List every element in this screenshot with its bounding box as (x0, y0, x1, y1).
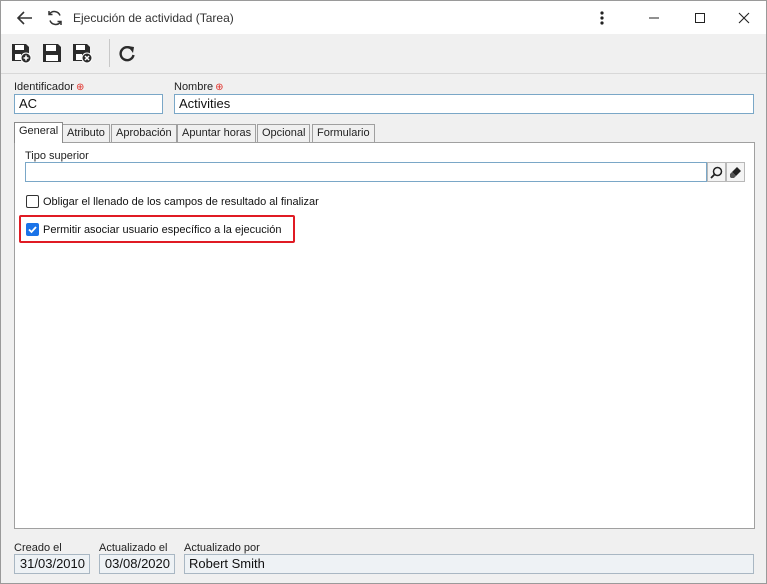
refresh-button[interactable] (41, 1, 69, 34)
nombre-label: Nombre ⊕ (174, 81, 224, 93)
actualizado-por-field: Robert Smith (184, 554, 754, 574)
title-bar: Ejecución de actividad (Tarea) (1, 1, 766, 34)
minimize-icon (649, 17, 659, 18)
identificador-label-text: Identificador (14, 81, 74, 93)
search-button[interactable] (707, 162, 726, 182)
tipo-superior-field[interactable] (25, 162, 707, 182)
toolbar-separator (109, 39, 110, 67)
save-new-icon (12, 44, 32, 64)
reload-button[interactable] (114, 40, 140, 66)
obligar-llenado-label: Obligar el llenado de los campos de resu… (43, 196, 319, 208)
save-button[interactable] (39, 40, 65, 66)
back-button[interactable] (11, 1, 39, 34)
tab-apuntar-horas[interactable]: Apuntar horas (177, 124, 257, 142)
tab-atributo[interactable]: Atributo (62, 124, 110, 142)
tab-aprobacion[interactable]: Aprobación (111, 124, 177, 142)
save-icon (43, 44, 61, 62)
close-button[interactable] (721, 1, 767, 34)
identificador-label: Identificador ⊕ (14, 81, 84, 93)
tab-opcional[interactable]: Opcional (257, 124, 311, 142)
maximize-icon (695, 12, 705, 23)
refresh-icon (48, 10, 62, 25)
required-icon: ⊕ (75, 82, 85, 93)
kebab-menu-icon (600, 10, 604, 25)
toolbar (1, 34, 766, 74)
clear-button[interactable] (726, 162, 745, 182)
save-close-button[interactable] (69, 40, 95, 66)
dialog-window: Ejecución de actividad (Tarea) Identific… (0, 0, 767, 584)
eraser-icon (730, 166, 741, 178)
save-close-icon (73, 44, 93, 64)
close-icon (738, 12, 750, 23)
nombre-label-text: Nombre (174, 81, 214, 93)
reload-icon (119, 45, 135, 62)
permitir-asociar-label: Permitir asociar usuario específico a la… (43, 224, 282, 236)
nombre-field[interactable]: Activities (174, 94, 754, 114)
obligar-llenado-checkbox[interactable] (26, 195, 39, 208)
tab-general[interactable]: General (14, 122, 64, 143)
actualizado-por-label: Actualizado por (184, 542, 260, 554)
identificador-field[interactable]: AC (14, 94, 163, 114)
tipo-superior-label: Tipo superior (25, 150, 89, 162)
maximize-button[interactable] (677, 1, 723, 34)
required-icon: ⊕ (215, 82, 224, 93)
permitir-asociar-checkbox[interactable] (26, 223, 39, 236)
actualizado-label: Actualizado el (99, 542, 168, 554)
search-icon (710, 166, 723, 179)
minimize-button[interactable] (631, 1, 677, 34)
window-title: Ejecución de actividad (Tarea) (73, 11, 234, 25)
creado-label: Creado el (14, 542, 62, 554)
arrow-left-icon (16, 10, 32, 25)
more-menu-button[interactable] (589, 1, 615, 34)
creado-field: 31/03/2010 (14, 554, 90, 574)
save-new-button[interactable] (8, 40, 34, 66)
actualizado-field: 03/08/2020 (99, 554, 175, 574)
tab-formulario[interactable]: Formulario (312, 124, 375, 142)
checkmark-icon (28, 226, 37, 234)
